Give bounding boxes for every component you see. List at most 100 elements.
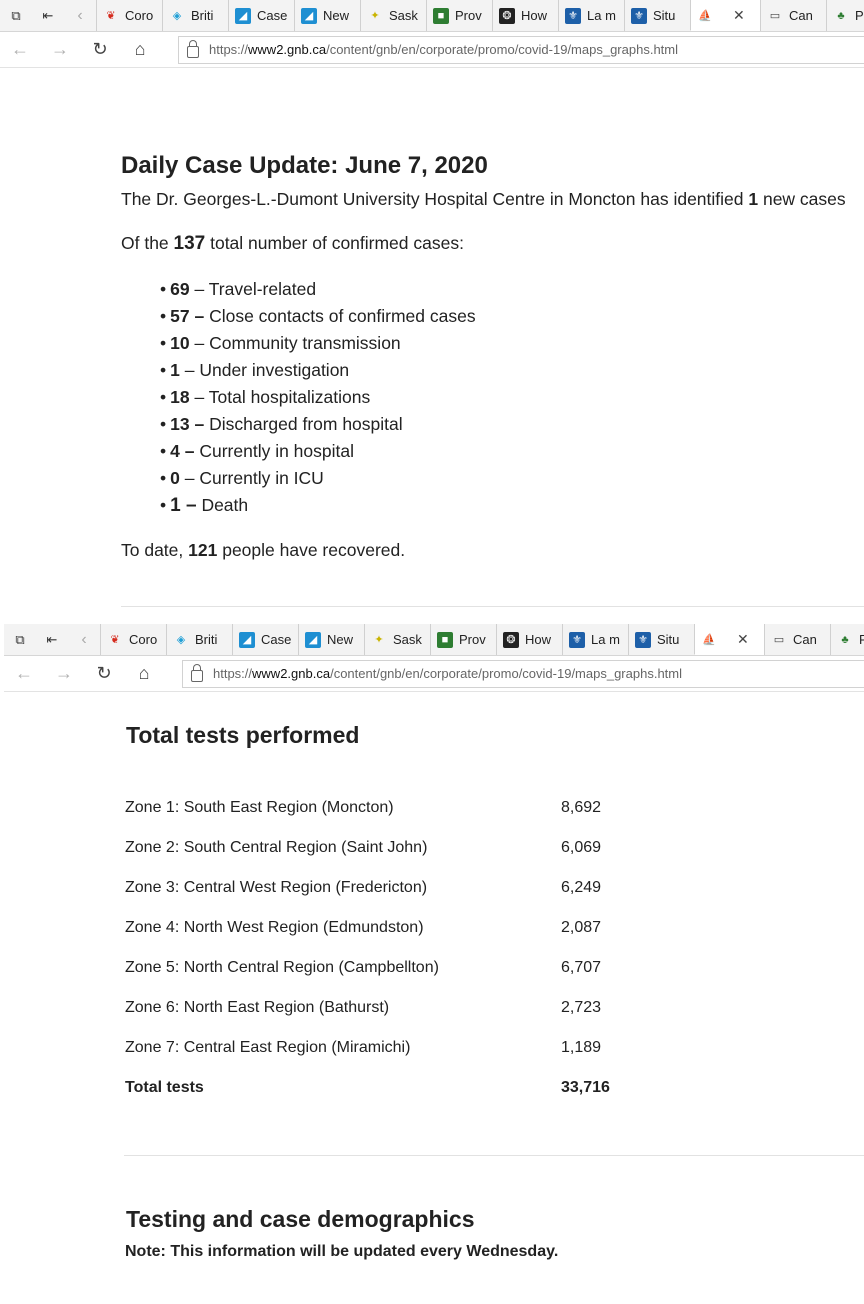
browser-tab[interactable]: ❦ Coro xyxy=(96,0,162,31)
case-stat-label: Community transmission xyxy=(209,333,401,353)
home-button[interactable]: ⌂ xyxy=(124,663,164,684)
browser-tab[interactable]: ■ Prov xyxy=(426,0,492,31)
home-button[interactable]: ⌂ xyxy=(120,39,160,60)
zone-value-cell: 8,692 xyxy=(561,799,602,816)
forward-button[interactable]: → xyxy=(40,39,80,60)
case-stat-label: Currently in ICU xyxy=(199,468,324,488)
zone-name-cell: Zone 1: South East Region (Moncton) xyxy=(125,799,394,816)
browser-tab[interactable]: ⚜ La m xyxy=(558,0,624,31)
browser-tab-label: Coro xyxy=(129,632,158,647)
url-host: www2.gnb.ca xyxy=(252,666,331,681)
tab-actions-icon[interactable]: ⧉ xyxy=(0,0,32,31)
alberta-icon: ◢ xyxy=(301,7,317,24)
forward-button[interactable]: → xyxy=(44,663,84,684)
browser-tab[interactable]: ✦ Sask xyxy=(360,0,426,31)
sask-icon: ✦ xyxy=(374,634,384,646)
table-row: Zone 5: North Central Region (Campbellto… xyxy=(125,948,610,988)
browser-tab-label: Case xyxy=(261,632,292,647)
zone-value-cell: 6,249 xyxy=(561,879,602,896)
zone-value-cell: 2,087 xyxy=(561,919,602,936)
case-stat-item: • 1 – Death xyxy=(160,494,476,521)
url-field[interactable]: https://www2.gnb.ca/content/gnb/en/corpo… xyxy=(182,659,864,688)
browser-tab-label: P xyxy=(855,8,864,23)
tab-actions-icon[interactable]: ⧉ xyxy=(4,624,36,655)
total-cases-text: Of the 137 total number of confirmed cas… xyxy=(121,233,464,254)
table-row: Zone 6: North East Region (Bathurst) 2,72… xyxy=(125,988,610,1028)
case-stat-item: • 4 – Currently in hospital xyxy=(160,440,476,467)
demographics-note: Note: This information will be updated e… xyxy=(125,1243,559,1260)
bullet-icon: • xyxy=(160,360,167,380)
case-stat-separator: – xyxy=(179,360,200,380)
close-tab-icon[interactable]: ✕ xyxy=(733,7,745,24)
browser-tab-label: Coro xyxy=(125,8,154,23)
back-button[interactable]: ← xyxy=(4,663,44,684)
quebec-icon: ⚜ xyxy=(569,631,585,648)
tab-strip: ⧉ ⇤ ‹ ❦ Coro ◈ Briti ◢ Case ◢ New ✦ Sask ■ Prov ❂ How… xyxy=(4,624,864,656)
bc-icon: ◈ xyxy=(172,10,182,22)
tab-scroll-left-icon[interactable]: ‹ xyxy=(68,624,100,655)
browser-tab-label: Situ xyxy=(657,632,680,647)
browser-tab[interactable]: ⛵ ✕ xyxy=(690,0,760,31)
case-stat-label: Under investigation xyxy=(199,360,350,380)
refresh-button[interactable]: ↻ xyxy=(84,663,124,684)
browser-tab-label: La m xyxy=(587,8,616,23)
browser-tab[interactable]: ◈ Briti xyxy=(162,0,228,31)
set-aside-tabs-icon[interactable]: ⇤ xyxy=(32,0,64,31)
quebec-icon: ⚜ xyxy=(635,631,651,648)
quebec-icon: ⚜ xyxy=(565,7,581,24)
browser-tab[interactable]: ◈ Briti xyxy=(166,624,232,655)
table-row: Zone 2: South Central Region (Saint John… xyxy=(125,828,610,868)
refresh-button[interactable]: ↻ xyxy=(80,39,120,60)
back-button[interactable]: ← xyxy=(0,39,40,60)
url-host: www2.gnb.ca xyxy=(248,42,327,57)
browser-chrome-bottom: ⧉ ⇤ ‹ ❦ Coro ◈ Briti ◢ Case ◢ New ✦ Sask ■ Prov ❂ How… xyxy=(4,624,864,692)
browser-tab[interactable]: ♣P xyxy=(826,0,864,31)
pei-icon: ♣ xyxy=(837,9,845,22)
bullet-icon: • xyxy=(160,387,167,407)
browser-tab[interactable]: ⛵ ✕ xyxy=(694,624,764,655)
url-field[interactable]: https://www2.gnb.ca/content/gnb/en/corpo… xyxy=(178,35,864,64)
browser-tab[interactable]: ⚜ Situ xyxy=(628,624,694,655)
browser-tab[interactable]: ◢ Case xyxy=(232,624,298,655)
browser-tab-label: New xyxy=(327,632,354,647)
window-icon: ▭ xyxy=(773,634,785,646)
browser-tab[interactable]: ■ Prov xyxy=(430,624,496,655)
browser-tab[interactable]: ⚜ Situ xyxy=(624,0,690,31)
alberta-icon: ◢ xyxy=(239,631,255,648)
browser-tab[interactable]: ◢ Case xyxy=(228,0,294,31)
browser-tab[interactable]: ❂ How xyxy=(492,0,558,31)
set-aside-tabs-icon[interactable]: ⇤ xyxy=(36,624,68,655)
browser-tab[interactable]: ⚜ La m xyxy=(562,624,628,655)
quebec-icon: ⚜ xyxy=(631,7,647,24)
browser-tab[interactable]: ▭ Can xyxy=(764,624,830,655)
ontario-icon: ❂ xyxy=(503,631,519,648)
case-stat-number: 4 – xyxy=(170,441,195,461)
case-stat-label: Discharged from hospital xyxy=(209,414,403,434)
browser-tab[interactable]: ❦ Coro xyxy=(100,624,166,655)
close-tab-icon[interactable]: ✕ xyxy=(737,631,749,648)
case-stat-label: Currently in hospital xyxy=(199,441,354,461)
table-row: Zone 1: South East Region (Moncton) 8,692 xyxy=(125,788,610,828)
url-path: /content/gnb/en/corporate/promo/covid-19… xyxy=(330,666,682,681)
case-stat-number: 10 xyxy=(170,333,190,353)
browser-tab[interactable]: ❂ How xyxy=(496,624,562,655)
case-stat-item: • 10 – Community transmission xyxy=(160,332,476,359)
case-stat-item: • 1 – Under investigation xyxy=(160,359,476,386)
zone-name-cell: Zone 7: Central East Region (Miramichi) xyxy=(125,1039,411,1056)
browser-tab[interactable]: ▭ Can xyxy=(760,0,826,31)
browser-tab-label: How xyxy=(525,632,552,647)
zone-name-cell: Zone 3: Central West Region (Fredericton… xyxy=(125,879,428,896)
browser-tab[interactable]: ◢ New xyxy=(294,0,360,31)
browser-tab-label: Sask xyxy=(389,8,418,23)
alberta-icon: ◢ xyxy=(305,631,321,648)
tab-scroll-left-icon[interactable]: ‹ xyxy=(64,0,96,31)
browser-tab-label: Case xyxy=(257,8,288,23)
browser-tab-label: Sask xyxy=(393,632,422,647)
browser-tab[interactable]: ♣P xyxy=(830,624,864,655)
browser-tab[interactable]: ◢ New xyxy=(298,624,364,655)
browser-tab[interactable]: ✦ Sask xyxy=(364,624,430,655)
browser-tab-label: Can xyxy=(789,8,813,23)
case-stat-number: 13 – xyxy=(170,414,205,434)
browser-tab-label: How xyxy=(521,8,548,23)
case-stat-number: 1 – xyxy=(170,495,197,516)
